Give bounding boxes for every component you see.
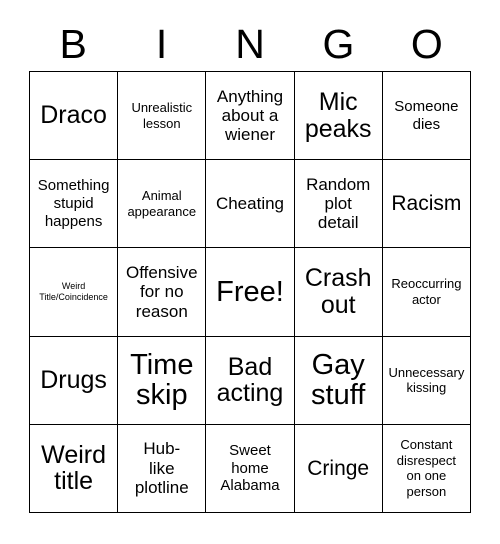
- bingo-cell-label: Gay stuff: [311, 349, 366, 412]
- bingo-cell[interactable]: Random plot detail: [294, 160, 383, 249]
- bingo-cell[interactable]: Bad acting: [206, 336, 295, 425]
- bingo-cell-label: Anything about a wiener: [216, 86, 284, 145]
- bingo-cell-label: Reoccurring actor: [391, 276, 462, 307]
- bingo-cell-label: Weird Title/Coincidence: [39, 280, 108, 302]
- bingo-cell[interactable]: Time skip: [118, 336, 207, 425]
- bingo-cell-label: Random plot detail: [306, 174, 371, 233]
- bingo-cell[interactable]: Draco: [30, 72, 119, 161]
- bingo-cell-label: Drugs: [40, 365, 107, 394]
- bingo-cell[interactable]: Unrealistic lesson: [118, 72, 207, 161]
- bingo-cell-label: Cringe: [307, 456, 370, 480]
- bingo-cell-label: Sweet home Alabama: [220, 441, 280, 495]
- bingo-cell-label: Offensive for no reason: [126, 262, 198, 321]
- header-letter-g: G: [322, 21, 355, 67]
- bingo-cell[interactable]: Animal appearance: [118, 160, 207, 249]
- bingo-cell[interactable]: Weird title: [30, 424, 119, 513]
- bingo-cell-label: Weird title: [41, 440, 107, 496]
- bingo-cell[interactable]: Cringe: [294, 424, 383, 513]
- bingo-cell-label: Hub- like plotline: [134, 439, 189, 498]
- bingo-cell[interactable]: Hub- like plotline: [118, 424, 207, 513]
- bingo-cell[interactable]: Mic peaks: [294, 72, 383, 161]
- bingo-cell[interactable]: Unnecessary kissing: [382, 336, 471, 425]
- bingo-cell-label: Draco: [40, 101, 107, 130]
- bingo-header: B I N G O: [29, 18, 471, 71]
- header-letter-i: I: [155, 21, 168, 67]
- bingo-cell[interactable]: Sweet home Alabama: [206, 424, 295, 513]
- bingo-cell[interactable]: Something stupid happens: [30, 160, 119, 249]
- bingo-cell[interactable]: Gay stuff: [294, 336, 383, 425]
- bingo-cell[interactable]: Anything about a wiener: [206, 72, 295, 161]
- bingo-free-space[interactable]: Free!: [206, 248, 295, 337]
- bingo-cell-label: Cheating: [215, 194, 285, 214]
- bingo-cell[interactable]: Racism: [382, 160, 471, 249]
- bingo-cell[interactable]: Constant disrespect on one person: [382, 424, 471, 513]
- bingo-free-space-label: Free!: [216, 275, 284, 308]
- header-letter-b: B: [59, 21, 87, 67]
- bingo-cell[interactable]: Cheating: [206, 160, 295, 249]
- bingo-cell-label: Bad acting: [216, 352, 284, 408]
- bingo-cell[interactable]: Someone dies: [382, 72, 471, 161]
- bingo-cell-label: Unnecessary kissing: [388, 364, 465, 396]
- bingo-card: B I N G O Draco Unrealistic lesson Anyth…: [0, 0, 500, 544]
- bingo-cell[interactable]: Drugs: [30, 336, 119, 425]
- bingo-cell-label: Racism: [391, 192, 462, 216]
- bingo-grid: Draco Unrealistic lesson Anything about …: [29, 71, 471, 513]
- bingo-cell[interactable]: Weird Title/Coincidence: [30, 248, 119, 337]
- bingo-cell-label: Unrealistic lesson: [131, 100, 193, 131]
- bingo-cell-label: Time skip: [130, 349, 194, 412]
- bingo-cell[interactable]: Offensive for no reason: [118, 248, 207, 337]
- bingo-cell-label: Something stupid happens: [37, 177, 110, 230]
- bingo-cell-label: Constant disrespect on one person: [396, 437, 457, 499]
- bingo-cell-label: Crash out: [304, 264, 372, 319]
- header-letter-n: N: [235, 21, 265, 67]
- bingo-cell[interactable]: Reoccurring actor: [382, 248, 471, 337]
- bingo-cell[interactable]: Crash out: [294, 248, 383, 337]
- bingo-cell-label: Mic peaks: [304, 88, 372, 143]
- bingo-cell-label: Animal appearance: [127, 188, 197, 219]
- bingo-cell-label: Someone dies: [394, 97, 459, 133]
- header-letter-o: O: [410, 21, 443, 67]
